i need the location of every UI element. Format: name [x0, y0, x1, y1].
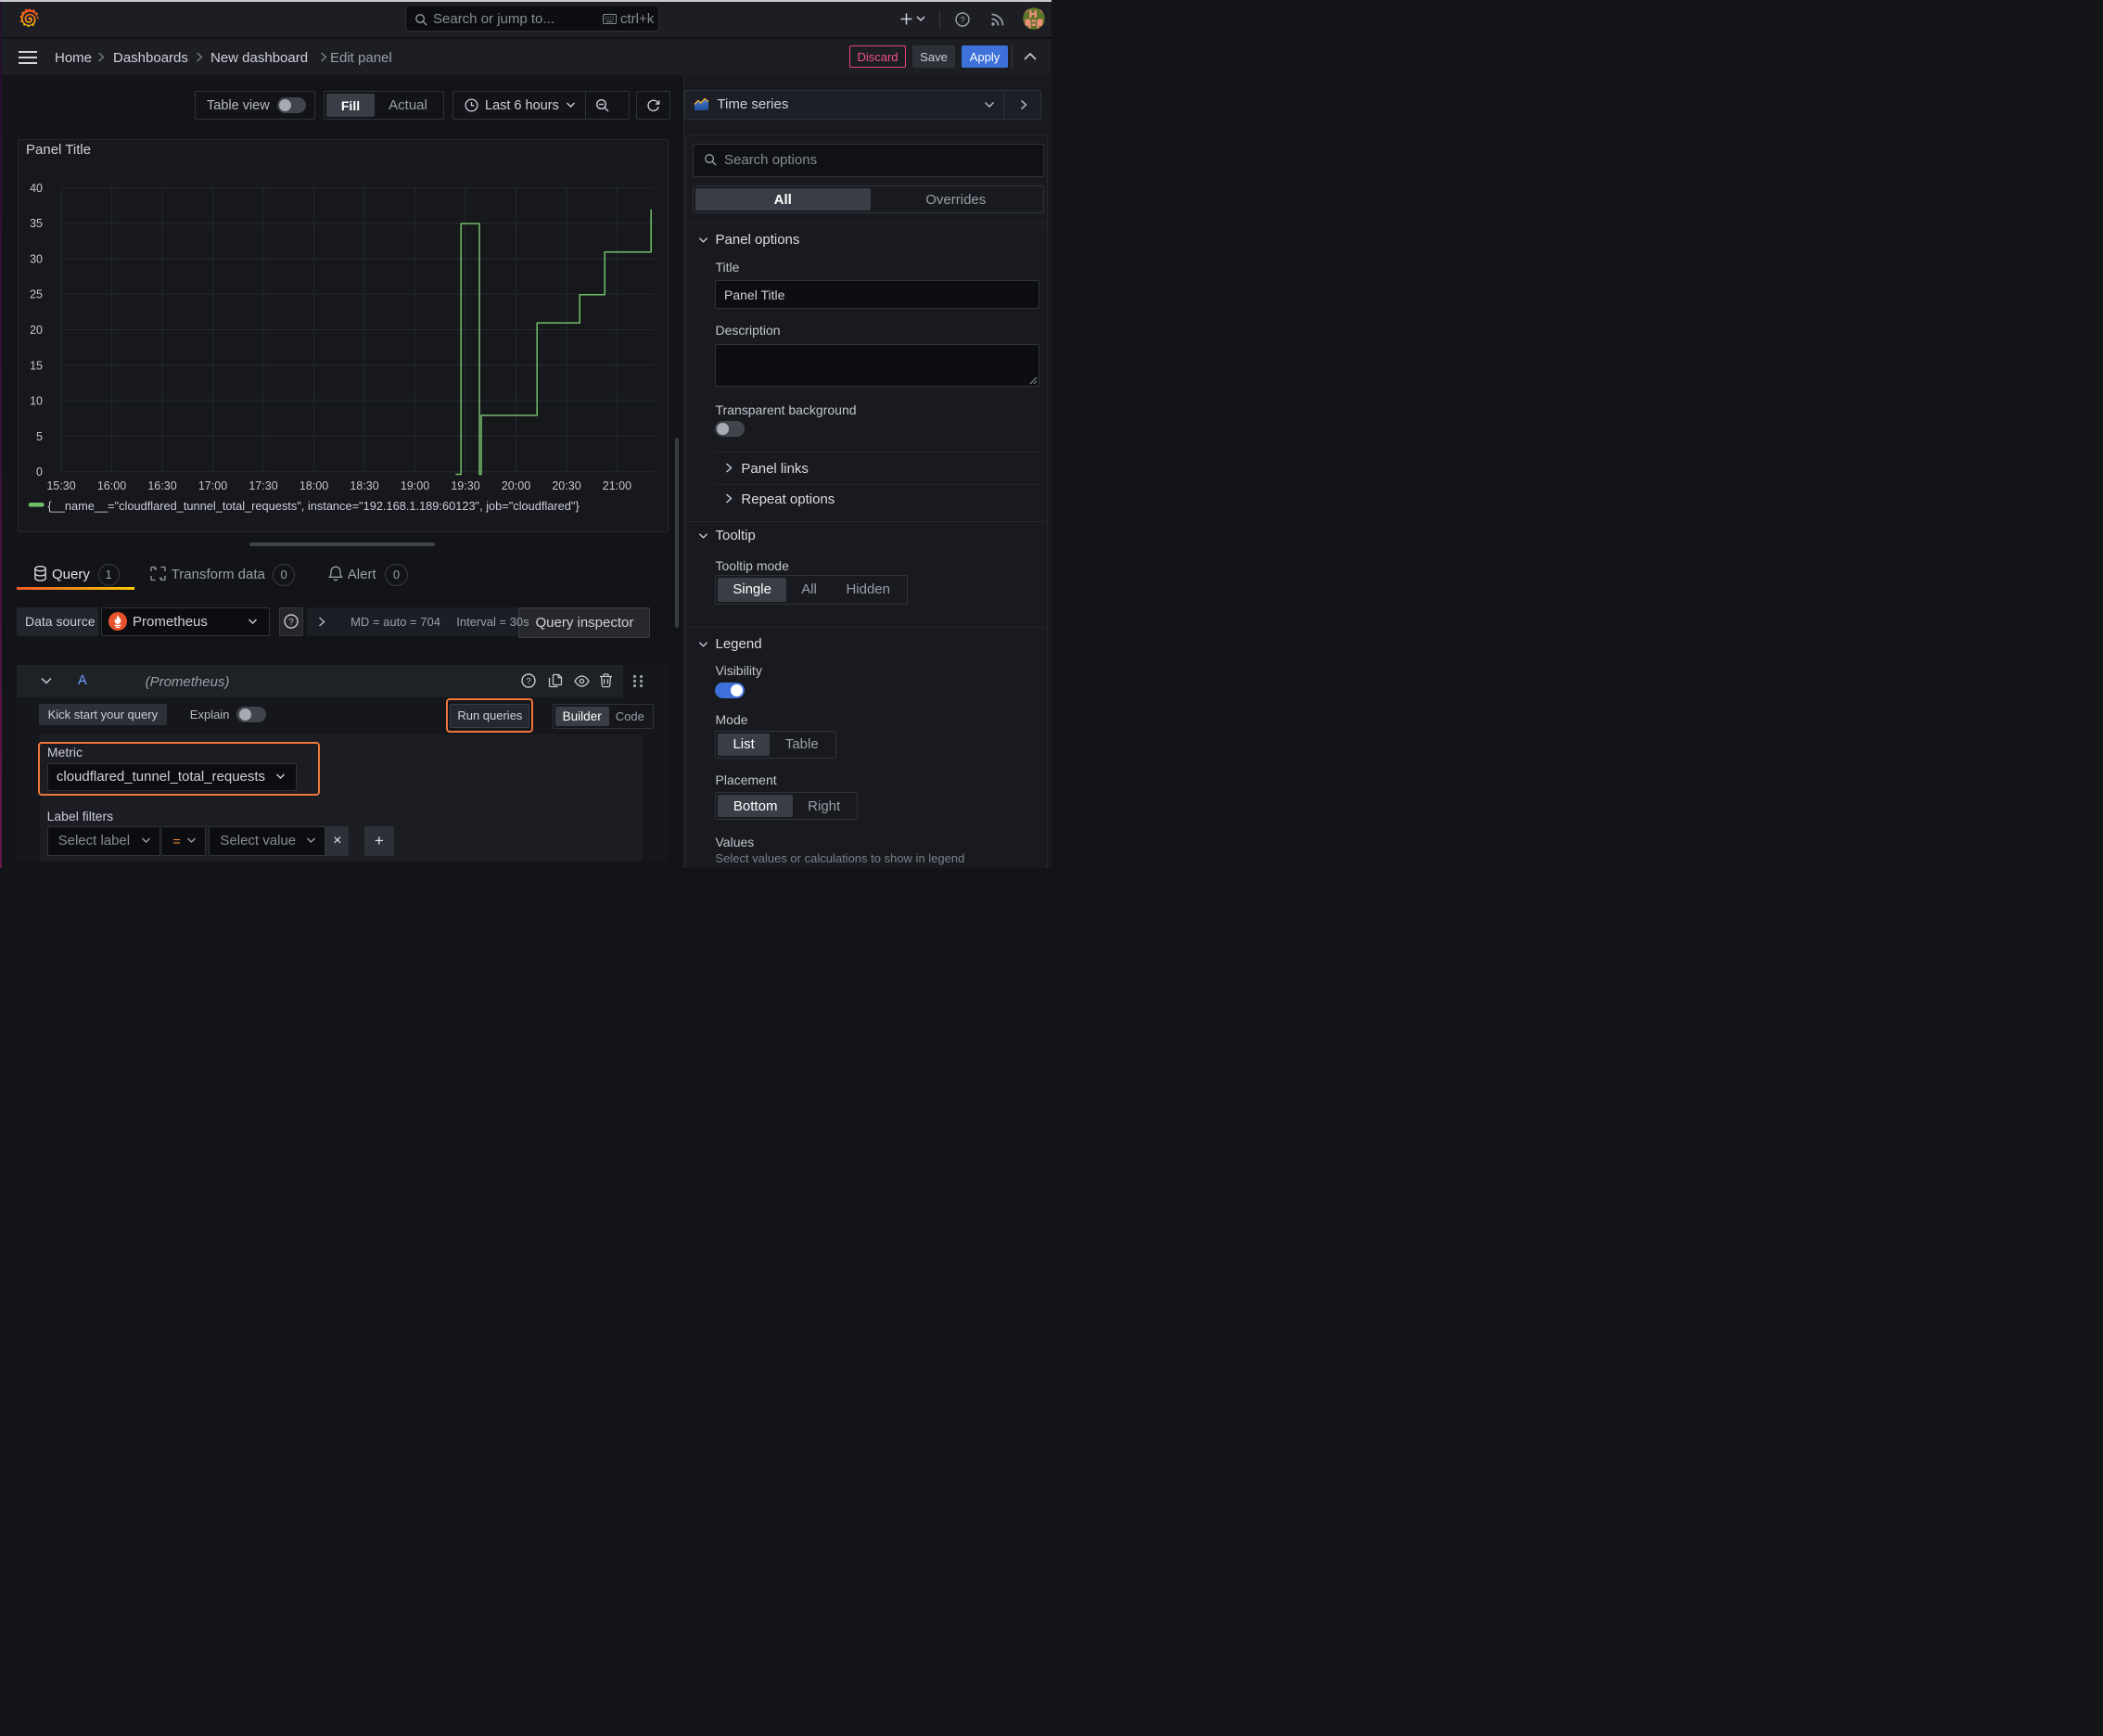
- svg-text:18:30: 18:30: [350, 479, 378, 492]
- svg-text:16:00: 16:00: [97, 479, 126, 492]
- svg-text:17:30: 17:30: [249, 479, 277, 492]
- svg-text:19:30: 19:30: [451, 479, 479, 492]
- svg-text:19:00: 19:00: [401, 479, 429, 492]
- svg-text:20:00: 20:00: [502, 479, 530, 492]
- svg-text:15:30: 15:30: [46, 479, 75, 492]
- svg-text:21:00: 21:00: [603, 479, 631, 492]
- svg-text:0: 0: [36, 466, 43, 479]
- svg-text:25: 25: [30, 288, 43, 301]
- svg-text:35: 35: [30, 217, 43, 230]
- svg-text:20:30: 20:30: [552, 479, 580, 492]
- svg-text:18:00: 18:00: [300, 479, 328, 492]
- svg-text:30: 30: [30, 253, 43, 266]
- svg-text:15: 15: [30, 359, 43, 372]
- svg-text:20: 20: [30, 324, 43, 337]
- svg-text:?: ?: [288, 618, 293, 628]
- svg-text:{__name__="cloudflared_tunnel_: {__name__="cloudflared_tunnel_total_requ…: [47, 499, 580, 513]
- svg-text:?: ?: [526, 676, 530, 686]
- svg-text:16:30: 16:30: [147, 479, 176, 492]
- svg-text:?: ?: [960, 15, 964, 25]
- svg-text:10: 10: [30, 395, 43, 408]
- svg-text:5: 5: [36, 430, 43, 443]
- svg-text:40: 40: [30, 182, 43, 195]
- svg-text:17:00: 17:00: [198, 479, 227, 492]
